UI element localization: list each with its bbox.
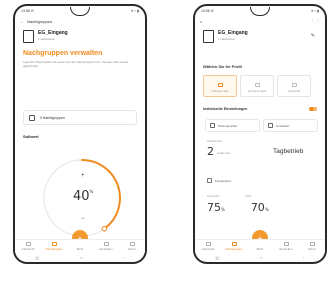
app-bar-title: Nachtgruppen (27, 18, 53, 24)
home-icon (205, 242, 211, 246)
tile-storage[interactable]: Stromspeicher (205, 119, 260, 132)
profile-section-label: Wählen Sie Ihr Profil (203, 64, 242, 69)
status-time: 13:58 ✉ (201, 9, 214, 13)
nav-item-groups[interactable]: Nachtgruppe (224, 242, 244, 251)
bottom-nav: Übersicht Nachtgruppe Mehr Einstellen Me… (195, 239, 325, 253)
profile-icon (291, 83, 297, 87)
profile-tile-individual[interactable]: Individuell aktiv (203, 75, 237, 97)
status-icons: ▾ ⌁ ▮ (311, 9, 319, 13)
close-icon[interactable]: × (200, 19, 202, 24)
bottom-values: 75% 70% (207, 201, 317, 214)
group-count-label: 0 Nachtgruppen (40, 115, 65, 120)
system-nav: ||| ○ ‹ (195, 254, 325, 261)
nav-item-groups[interactable]: Nachtgruppe (44, 242, 64, 251)
device-header: EG_Eingang 1 Heizkörper (23, 30, 68, 43)
thermostat-icon (203, 30, 214, 43)
nav-item-menu[interactable]: Menü (302, 242, 322, 251)
dial-unit: % (89, 189, 94, 194)
device-header: EG_Eingang 1 Heizkörper (203, 30, 248, 43)
profile-icon (254, 83, 260, 87)
bottom-value-b: 70% (250, 201, 269, 214)
profile-selector: Individuell aktiv Konstante Nacht Nachtp… (203, 75, 325, 97)
device-count-label: Geräteanzahl (207, 140, 223, 143)
app-bar: ← Nachtgruppen (20, 17, 140, 25)
back-icon[interactable]: ‹ (123, 255, 124, 260)
menu-icon (309, 242, 315, 246)
phone-right: 13:58 ✉ ▾ ⌁ ▮ × ⋮ ⋮ EG_Eingang 1 Heizkör… (193, 4, 327, 264)
group-count-card[interactable]: 0 Nachtgruppen (23, 110, 137, 125)
edit-pencil-icon[interactable]: ✎ (311, 33, 315, 39)
settings-icon (103, 242, 109, 246)
dial-value-display: 40% (73, 189, 93, 204)
dial-knob[interactable] (101, 225, 108, 232)
device-subtitle: 1 Heizkörper (218, 37, 236, 41)
nav-item-overview[interactable]: Übersicht (18, 242, 38, 251)
window-contact-row[interactable]: Fensterkont. (207, 178, 232, 183)
individual-settings-toggle[interactable] (309, 107, 317, 111)
storage-icon (210, 123, 215, 128)
home-icon (25, 242, 31, 246)
group-nav-icon (51, 242, 57, 246)
nav-item-more[interactable]: Mehr (250, 242, 270, 251)
home-button-icon[interactable]: ○ (80, 255, 82, 260)
group-nav-icon (231, 242, 237, 246)
home-button-icon[interactable]: ○ (260, 255, 262, 260)
nav-item-settings[interactable]: Einstellen (96, 242, 116, 251)
nav-item-settings[interactable]: Einstellen (276, 242, 296, 251)
device-subtitle: 1 Heizkörper (38, 37, 56, 41)
status-time: 13:58 ✉ (21, 9, 34, 13)
dial-decrease-button[interactable]: − (81, 216, 85, 222)
system-nav: ||| ○ ‹ (15, 254, 145, 261)
more-options-icon[interactable]: ⋮ ⋮ (311, 18, 320, 23)
page-title: Nachgruppen verwalten (23, 50, 103, 57)
tile-switch[interactable]: Umstellen (263, 119, 318, 132)
recents-icon[interactable]: ||| (216, 255, 219, 260)
device-name: EG_Eingang (38, 30, 68, 36)
bottom-label-a: Temperatur (207, 195, 220, 198)
spacer-icon (78, 242, 83, 246)
app-bar: × ⋮ ⋮ (200, 17, 320, 25)
settings-icon (283, 242, 289, 246)
window-contact-label: Fensterkont. (215, 178, 232, 183)
bottom-value-a: 75% (207, 201, 225, 214)
checkbox[interactable] (207, 178, 212, 183)
nav-item-overview[interactable]: Übersicht (198, 242, 218, 251)
nav-item-menu[interactable]: Menü (122, 242, 142, 251)
thermostat-icon (23, 30, 34, 43)
dial-increase-button[interactable]: + (81, 173, 85, 179)
switch-icon (268, 123, 273, 128)
section-setpoint-label: Sollwert (23, 134, 39, 139)
device-name: EG_Eingang (218, 30, 248, 36)
bottom-nav: Übersicht Nachtgruppe Mehr Einstellen Me… (15, 239, 145, 253)
device-count-sub: Geräte aktiv (217, 152, 231, 155)
profile-icon (217, 83, 223, 87)
back-icon[interactable]: ‹ (303, 255, 304, 260)
status-bar: 13:58 ✉ ▾ ⌁ ▮ (21, 9, 139, 15)
phone-left: 13:58 ✉ ▾ ⌁ ▮ ← Nachtgruppen EG_Eingang … (13, 4, 147, 264)
dial-value: 40 (73, 189, 90, 204)
nav-item-more[interactable]: Mehr (70, 242, 90, 251)
bottom-label-b: Ventil (245, 195, 252, 198)
mode-value[interactable]: Tagbetrieb (273, 148, 303, 155)
spacer-icon (258, 242, 263, 246)
menu-icon (129, 242, 135, 246)
status-icons: ▾ ⌁ ▮ (131, 9, 139, 13)
recents-icon[interactable]: ||| (36, 255, 39, 260)
device-count-value: 2 (207, 145, 214, 158)
profile-tile-constant[interactable]: Konstante Nacht (240, 75, 274, 97)
individual-settings-label: Individuelle Einstellungen (203, 107, 248, 111)
status-bar: 13:58 ✉ ▾ ⌁ ▮ (201, 9, 319, 15)
individual-settings-row: Individuelle Einstellungen (203, 105, 317, 113)
profile-tile-night[interactable]: Nachtprofil (277, 75, 311, 97)
group-icon (29, 114, 35, 121)
page-description: Lege die Thermostat und Leiter fest der … (23, 60, 129, 68)
back-arrow-icon[interactable]: ← (20, 19, 24, 24)
